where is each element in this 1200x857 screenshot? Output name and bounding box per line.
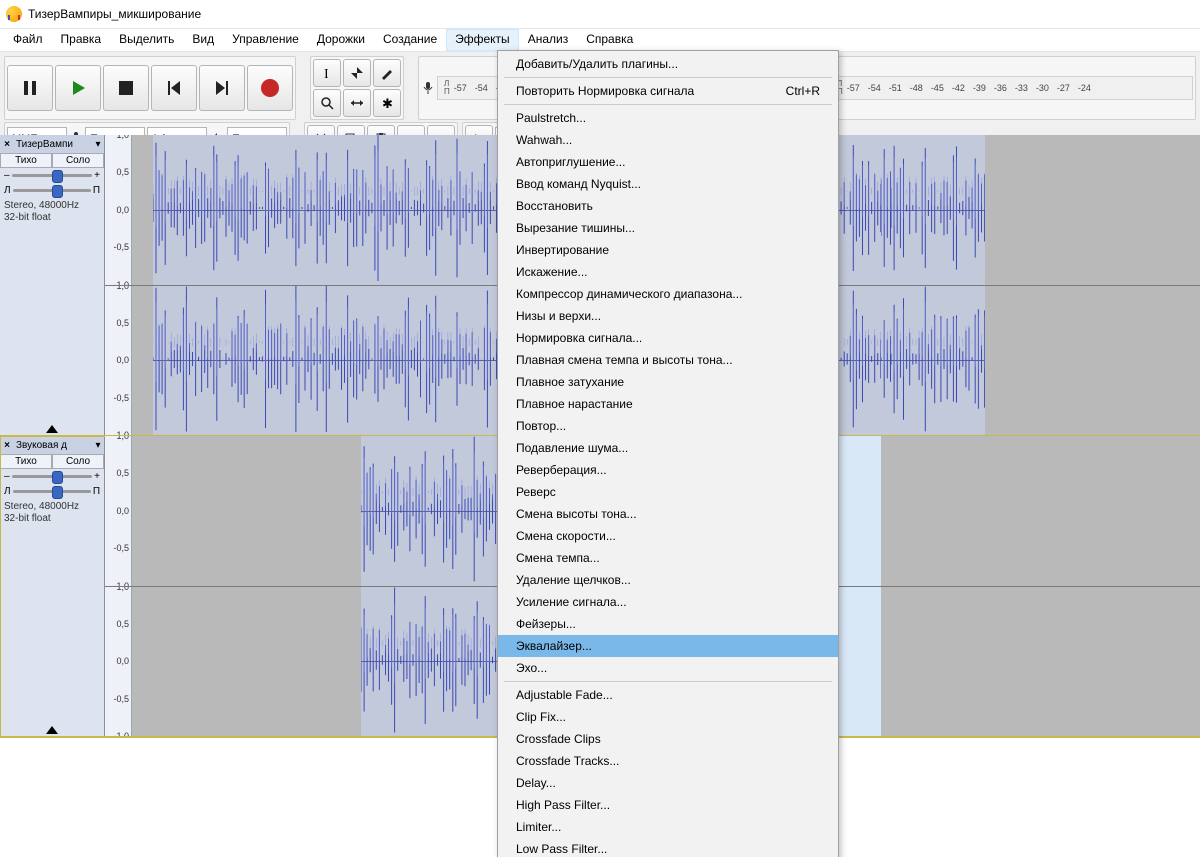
menu-item[interactable]: Paulstretch... bbox=[498, 107, 838, 129]
gain-slider[interactable] bbox=[12, 174, 93, 177]
close-track-button[interactable]: × bbox=[0, 139, 14, 150]
menu-item[interactable]: Повторить Нормировка сигналаCtrl+R bbox=[498, 80, 838, 102]
transport-toolbar bbox=[4, 56, 296, 120]
menu-дорожки[interactable]: Дорожки bbox=[308, 29, 374, 51]
draw-tool[interactable] bbox=[373, 59, 401, 87]
stop-button[interactable] bbox=[103, 65, 149, 111]
track-menu-button[interactable]: ▾ bbox=[92, 440, 104, 451]
gain-slider[interactable] bbox=[12, 475, 93, 478]
close-track-button[interactable]: × bbox=[0, 440, 14, 451]
pan-slider[interactable] bbox=[13, 189, 91, 192]
menu-анализ[interactable]: Анализ bbox=[519, 29, 578, 51]
menu-item[interactable]: Низы и верхи... bbox=[498, 305, 838, 327]
track-panel[interactable]: ×ТизерВампи▾ ТихоСоло –+ ЛП Stereo, 4800… bbox=[0, 135, 105, 435]
audio-clip[interactable] bbox=[153, 286, 548, 436]
menu-item[interactable]: Реверберация... bbox=[498, 459, 838, 481]
menu-item[interactable]: Нормировка сигнала... bbox=[498, 327, 838, 349]
menu-item[interactable]: Усиление сигнала... bbox=[498, 591, 838, 613]
menu-item[interactable]: Low Pass Filter... bbox=[498, 838, 838, 857]
menu-item[interactable]: Плавное нарастание bbox=[498, 393, 838, 415]
track-format: Stereo, 48000Hz32-bit float bbox=[0, 198, 104, 226]
menu-файл[interactable]: Файл bbox=[4, 29, 52, 51]
menu-вид[interactable]: Вид bbox=[183, 29, 223, 51]
menu-item[interactable]: Adjustable Fade... bbox=[498, 684, 838, 706]
menu-item[interactable]: Crossfade Tracks... bbox=[498, 750, 838, 772]
menu-item[interactable]: Инвертирование bbox=[498, 239, 838, 261]
menu-эффекты[interactable]: Эффекты bbox=[446, 29, 519, 51]
menu-правка[interactable]: Правка bbox=[52, 29, 111, 51]
mic-icon bbox=[421, 81, 435, 95]
svg-text:✱: ✱ bbox=[382, 96, 393, 110]
multi-tool[interactable]: ✱ bbox=[373, 89, 401, 117]
pause-button[interactable] bbox=[7, 65, 53, 111]
menu-item[interactable]: Удаление щелчков... bbox=[498, 569, 838, 591]
menu-item[interactable]: Подавление шума... bbox=[498, 437, 838, 459]
menu-item[interactable]: Смена скорости... bbox=[498, 525, 838, 547]
menu-item[interactable]: Добавить/Удалить плагины... bbox=[498, 53, 838, 75]
zoom-tool[interactable] bbox=[313, 89, 341, 117]
menu-item[interactable]: Limiter... bbox=[498, 816, 838, 838]
pan-slider[interactable] bbox=[13, 490, 91, 493]
menu-item[interactable]: Clip Fix... bbox=[498, 706, 838, 728]
menu-item[interactable]: Восстановить bbox=[498, 195, 838, 217]
menu-item[interactable]: Компрессор динамического диапазона... bbox=[498, 283, 838, 305]
menubar[interactable]: ФайлПравкаВыделитьВидУправлениеДорожкиСо… bbox=[0, 29, 1200, 52]
solo-button[interactable]: Соло bbox=[52, 153, 104, 168]
menu-item[interactable]: Вырезание тишины... bbox=[498, 217, 838, 239]
menu-item[interactable]: Эквалайзер... bbox=[498, 635, 838, 657]
menu-item[interactable]: Плавное затухание bbox=[498, 371, 838, 393]
svg-text:I: I bbox=[324, 67, 329, 80]
tools-toolbar: I ✱ bbox=[310, 56, 404, 120]
collapse-icon[interactable] bbox=[46, 419, 58, 433]
menu-создание[interactable]: Создание bbox=[374, 29, 446, 51]
mute-button[interactable]: Тихо bbox=[0, 153, 52, 168]
audio-clip[interactable] bbox=[153, 135, 548, 285]
menu-управление[interactable]: Управление bbox=[223, 29, 308, 51]
record-button[interactable] bbox=[247, 65, 293, 111]
meter-lr-label: ЛП bbox=[444, 80, 450, 96]
skip-end-button[interactable] bbox=[199, 65, 245, 111]
timeshift-tool[interactable] bbox=[343, 89, 371, 117]
play-meter-toolbar: ЛП -57-54-51-48-45-42-39-36-33-30-27-24 bbox=[809, 56, 1196, 120]
menu-item[interactable]: High Pass Filter... bbox=[498, 794, 838, 816]
track-format: Stereo, 48000Hz32-bit float bbox=[0, 499, 104, 527]
skip-start-button[interactable] bbox=[151, 65, 197, 111]
track-name[interactable]: ТизерВампи bbox=[14, 139, 92, 150]
menu-выделить[interactable]: Выделить bbox=[110, 29, 183, 51]
menu-item[interactable]: Wahwah... bbox=[498, 129, 838, 151]
menu-item[interactable]: Фейзеры... bbox=[498, 613, 838, 635]
playback-meter[interactable]: ЛП -57-54-51-48-45-42-39-36-33-30-27-24 bbox=[830, 76, 1193, 100]
menu-item[interactable]: Смена высоты тона... bbox=[498, 503, 838, 525]
menu-item[interactable]: Автоприглушение... bbox=[498, 151, 838, 173]
window-title: ТизерВампиры_микширование bbox=[28, 7, 201, 21]
envelope-tool[interactable] bbox=[343, 59, 371, 87]
menu-item[interactable]: Delay... bbox=[498, 772, 838, 794]
menu-item[interactable]: Смена темпа... bbox=[498, 547, 838, 569]
menu-справка[interactable]: Справка bbox=[577, 29, 642, 51]
titlebar: ТизерВампиры_микширование bbox=[0, 0, 1200, 29]
solo-button[interactable]: Соло bbox=[52, 454, 104, 469]
collapse-icon[interactable] bbox=[46, 720, 58, 734]
track-name[interactable]: Звуковая д bbox=[14, 440, 92, 451]
menu-item[interactable]: Плавная смена темпа и высоты тона... bbox=[498, 349, 838, 371]
mute-button[interactable]: Тихо bbox=[0, 454, 52, 469]
menu-item[interactable]: Искажение... bbox=[498, 261, 838, 283]
menu-item[interactable]: Реверс bbox=[498, 481, 838, 503]
effects-menu-dropdown[interactable]: Добавить/Удалить плагины... Повторить Нор… bbox=[497, 50, 839, 857]
selection-tool[interactable]: I bbox=[313, 59, 341, 87]
app-icon bbox=[6, 6, 22, 22]
menu-item[interactable]: Crossfade Clips bbox=[498, 728, 838, 750]
app-window: ТизерВампиры_микширование ФайлПравкаВыде… bbox=[0, 0, 1200, 857]
menu-item[interactable]: Ввод команд Nyquist... bbox=[498, 173, 838, 195]
menu-item[interactable]: Повтор... bbox=[498, 415, 838, 437]
track-menu-button[interactable]: ▾ bbox=[92, 139, 104, 150]
record-icon bbox=[261, 79, 279, 97]
menu-item[interactable]: Эхо... bbox=[498, 657, 838, 679]
play-button[interactable] bbox=[55, 65, 101, 111]
track-panel[interactable]: ×Звуковая д▾ ТихоСоло –+ ЛП Stereo, 4800… bbox=[0, 436, 105, 736]
